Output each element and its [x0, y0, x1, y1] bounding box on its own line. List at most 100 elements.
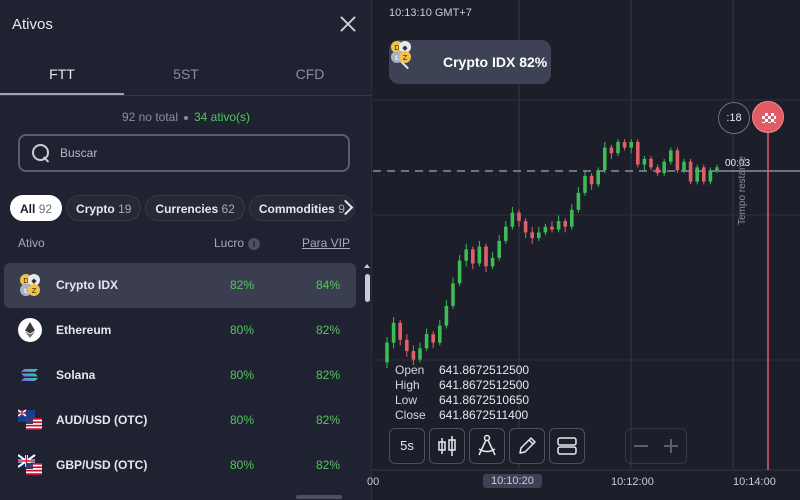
- asset-row-gbp-usd[interactable]: GBP/USD (OTC) 80% 82%: [0, 443, 362, 488]
- asset-vip-profit: 82%: [316, 458, 341, 472]
- ohlc-open: Open 641.8672512500: [395, 363, 529, 378]
- assets-panel: Ativos FTT 5ST CFD 92 no total 34 ativo(s…: [0, 0, 372, 500]
- ohlc-high: High 641.8672512500: [395, 378, 529, 393]
- scrollbar-thumb[interactable]: [365, 274, 370, 302]
- scroll-up-arrow[interactable]: [364, 264, 370, 268]
- candle-body: [517, 212, 521, 222]
- server-clock: 10:13:10 GMT+7: [389, 7, 472, 19]
- chip-count: 62: [221, 202, 235, 216]
- crypto-idx-icon: D ◆ Ł Z: [20, 274, 40, 296]
- candles-group: [385, 139, 719, 369]
- candle-body: [497, 240, 501, 258]
- ohlc-value: 641.8672512500: [439, 378, 530, 392]
- asset-selector-button[interactable]: D ◆ Ł Z Crypto IDX 82%: [389, 40, 551, 84]
- zoom-out-button[interactable]: [626, 429, 656, 463]
- candle-body: [715, 167, 719, 171]
- chip-all[interactable]: All 92: [10, 195, 63, 221]
- asset-row-ethereum[interactable]: Ethereum 80% 82%: [0, 308, 362, 353]
- candle-body: [563, 221, 567, 227]
- ohlc-key: Low: [395, 393, 418, 407]
- timeframe-button[interactable]: 5s: [389, 428, 425, 464]
- chevron-right-icon[interactable]: [338, 197, 354, 219]
- chip-count: 19: [118, 202, 132, 216]
- layout-button[interactable]: [549, 428, 585, 464]
- candle-body: [411, 351, 416, 360]
- candle-body: [385, 342, 389, 363]
- zoom-in-button[interactable]: [656, 429, 686, 463]
- chip-count: 92: [38, 202, 53, 216]
- svg-text:Ł: Ł: [394, 54, 399, 62]
- category-chips: All 92 Crypto 19 Currencies 62 Commodities …: [10, 195, 355, 221]
- candle-body: [451, 283, 455, 306]
- search-icon: [32, 144, 50, 162]
- candle-type-button[interactable]: [429, 428, 465, 464]
- price-chart[interactable]: 10:13:10 GMT+7 D ◆ Ł Z Crypto IDX 82% :1…: [367, 0, 800, 500]
- x-tick-label: 10:14:00: [733, 476, 776, 488]
- panel-resize-handle[interactable]: [296, 495, 342, 499]
- ohlc-value: 641.8672511400: [439, 408, 529, 422]
- candle-body: [622, 141, 627, 148]
- ohlc-key: High: [395, 378, 420, 392]
- candle-body: [391, 322, 396, 343]
- info-icon[interactable]: i: [248, 238, 261, 250]
- candle-body: [530, 232, 534, 239]
- candle-body: [556, 221, 561, 230]
- asset-vip-profit: 82%: [316, 413, 341, 427]
- candle-body: [523, 221, 528, 233]
- candle-body: [669, 150, 673, 162]
- candle-body: [418, 348, 422, 360]
- column-profit-label: Lucro: [214, 236, 245, 250]
- candle-body: [424, 334, 429, 349]
- asset-totals: 92 no total 34 ativo(s): [0, 110, 372, 124]
- gbp-usd-flag-icon: [18, 454, 42, 475]
- ohlc-close: Close 641.8672511400: [395, 408, 529, 423]
- drawing-button[interactable]: [509, 428, 545, 464]
- candle-body: [708, 170, 713, 182]
- asset-name: Crypto IDX: [56, 278, 119, 292]
- candle-body: [405, 339, 409, 352]
- indicators-button[interactable]: [469, 428, 505, 464]
- x-tick-label: 10:12:00: [611, 476, 654, 488]
- column-profit: Lucro i: [214, 236, 261, 250]
- tab-5st[interactable]: 5ST: [124, 56, 248, 95]
- asset-name: Solana: [56, 368, 96, 382]
- candle-body: [603, 147, 607, 171]
- solana-icon: [21, 369, 38, 381]
- close-icon[interactable]: [336, 12, 360, 36]
- x-tick-label: 00: [367, 476, 380, 488]
- svg-text:Ł: Ł: [23, 287, 28, 295]
- candle-body: [616, 141, 620, 154]
- asset-list: D ◆ Ł Z Crypto IDX 82% 84% Ethereum 80% …: [0, 263, 362, 488]
- tab-ftt[interactable]: FTT: [0, 56, 124, 95]
- crypto-idx-icon: D ◆ Ł Z: [391, 41, 411, 63]
- candle-body: [702, 167, 706, 182]
- chip-crypto[interactable]: Crypto 19: [66, 195, 142, 221]
- asset-row-crypto-idx[interactable]: D ◆ Ł Z Crypto IDX 82% 84%: [4, 263, 356, 308]
- search-box: [18, 134, 350, 172]
- candle-body: [688, 161, 693, 182]
- candle-body: [550, 226, 554, 230]
- candle-body: [570, 209, 574, 227]
- search-input[interactable]: [60, 142, 340, 164]
- ohlc-value: 641.8672510650: [439, 393, 530, 407]
- asset-row-solana[interactable]: Solana 80% 82%: [0, 353, 362, 398]
- list-header: Ativo Lucro i Para VIP: [0, 236, 372, 254]
- tab-cfd[interactable]: CFD: [248, 56, 372, 95]
- candle-body: [662, 161, 666, 174]
- compass-icon: [478, 434, 496, 456]
- svg-text:◆: ◆: [31, 277, 37, 285]
- chip-currencies[interactable]: Currencies 62: [145, 195, 245, 221]
- asset-row-aud-usd[interactable]: AUD/USD (OTC) 80% 82%: [0, 398, 362, 443]
- ohlc-key: Open: [395, 363, 425, 377]
- asset-name: Ethereum: [56, 323, 112, 337]
- column-asset: Ativo: [18, 236, 45, 250]
- candle-body: [675, 150, 680, 171]
- candle-body: [629, 141, 633, 148]
- asset-profit: 80%: [230, 413, 255, 427]
- candle-body: [464, 249, 468, 261]
- column-vip-link[interactable]: Para VIP: [302, 236, 350, 250]
- asset-pill-label: Crypto IDX 82%: [443, 54, 548, 70]
- candle-body: [589, 175, 594, 185]
- asset-name: AUD/USD (OTC): [56, 413, 148, 427]
- asset-vip-profit: 82%: [316, 323, 341, 337]
